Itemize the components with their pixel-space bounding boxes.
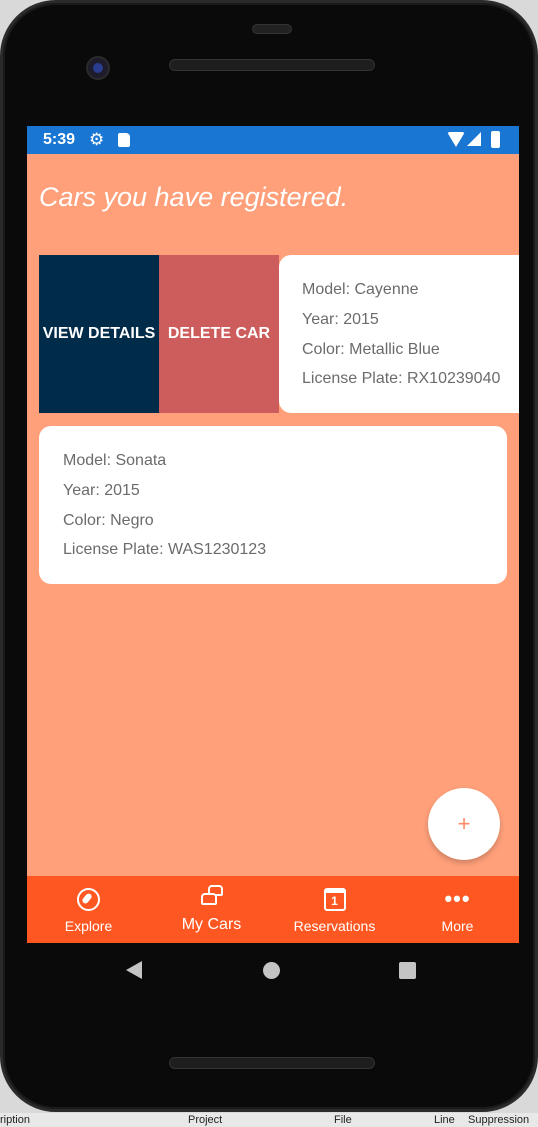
nav-item-more[interactable]: ••• More bbox=[396, 876, 519, 943]
battery-icon bbox=[491, 131, 500, 148]
ide-status-strip: ription Project File Line Suppression S bbox=[0, 1113, 538, 1127]
nav-item-reservations[interactable]: 1 Reservations bbox=[273, 876, 396, 943]
car-card[interactable]: Model: Sonata Year: 2015 Color: Negro Li… bbox=[39, 426, 507, 584]
ide-fragment: Project bbox=[188, 1114, 223, 1126]
bottom-speaker-grille bbox=[169, 1057, 375, 1069]
gear-icon: ⚙ bbox=[89, 130, 105, 149]
cars-icon bbox=[199, 884, 225, 910]
nav-label: Explore bbox=[64, 918, 113, 934]
front-camera bbox=[86, 56, 110, 80]
more-dots-icon: ••• bbox=[444, 886, 471, 912]
recent-apps-icon[interactable] bbox=[399, 962, 416, 979]
earpiece bbox=[252, 24, 292, 34]
nav-label: Reservations bbox=[293, 918, 376, 934]
car-year: Year: 2015 bbox=[302, 311, 379, 328]
car-color: Color: Negro bbox=[63, 512, 154, 529]
ide-fragment: File bbox=[334, 1114, 352, 1126]
car-color: Color: Metallic Blue bbox=[302, 341, 440, 358]
ide-fragment: ription bbox=[0, 1114, 30, 1126]
car-model: Model: Cayenne bbox=[302, 281, 419, 298]
wifi-icon bbox=[447, 132, 465, 147]
plus-icon: + bbox=[457, 811, 471, 836]
ide-fragment: Suppression S bbox=[468, 1114, 530, 1126]
nav-label: My Cars bbox=[181, 916, 242, 933]
top-speaker-grille bbox=[169, 59, 375, 71]
compass-icon bbox=[76, 886, 102, 912]
phone-frame: 5:39 ⚙ Cars you have registered. VIEW DE… bbox=[0, 0, 538, 1112]
nav-item-my-cars[interactable]: My Cars bbox=[150, 876, 273, 943]
view-details-button[interactable]: VIEW DETAILS bbox=[39, 255, 159, 413]
nav-label: More bbox=[441, 918, 474, 934]
system-navigation-bar bbox=[27, 943, 519, 1001]
status-bar: 5:39 ⚙ bbox=[27, 126, 519, 154]
calendar-icon: 1 bbox=[322, 886, 348, 912]
status-time: 5:39 bbox=[43, 131, 76, 148]
car-model: Model: Sonata bbox=[63, 452, 167, 469]
calendar-day: 1 bbox=[323, 887, 346, 911]
add-car-button[interactable]: + bbox=[428, 788, 500, 860]
back-icon[interactable] bbox=[126, 961, 142, 979]
car-license-plate: License Plate: RX10239040 bbox=[302, 370, 501, 387]
nav-item-explore[interactable]: Explore bbox=[27, 876, 150, 943]
signal-icon bbox=[467, 132, 481, 146]
car-card[interactable]: Model: Cayenne Year: 2015 Color: Metalli… bbox=[279, 255, 519, 413]
sd-card-icon bbox=[118, 133, 130, 147]
home-icon[interactable] bbox=[263, 962, 280, 979]
swipe-actions: VIEW DETAILS DELETE CAR bbox=[39, 255, 279, 413]
bottom-navigation: Explore My Cars 1 Reservations ••• More bbox=[27, 876, 519, 943]
car-year: Year: 2015 bbox=[63, 482, 140, 499]
car-license-plate: License Plate: WAS1230123 bbox=[63, 541, 267, 558]
more-dots: ••• bbox=[444, 886, 471, 911]
ide-fragment: Line bbox=[434, 1114, 455, 1126]
page-title: Cars you have registered. bbox=[39, 182, 349, 212]
app-screen: 5:39 ⚙ Cars you have registered. VIEW DE… bbox=[27, 126, 519, 943]
delete-car-button[interactable]: DELETE CAR bbox=[159, 255, 279, 413]
